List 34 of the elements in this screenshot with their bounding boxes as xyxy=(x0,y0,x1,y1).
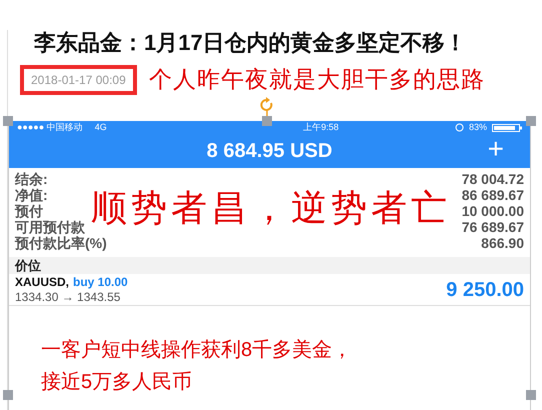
price-range: 1334.30 → 1343.55 xyxy=(15,290,122,304)
row-label: 净值: xyxy=(15,187,48,203)
network-label: 4G xyxy=(94,121,107,134)
row-label: 可用预付款 xyxy=(15,219,85,235)
row-value: 10 000.00 xyxy=(462,203,524,219)
symbol-label: XAUUSD, xyxy=(15,274,70,290)
row-label: 预付 xyxy=(15,203,43,219)
row-value: 866.90 xyxy=(481,235,524,251)
handwritten-note: 个人昨午夜就是大胆干多的思路 xyxy=(148,66,485,95)
caption-line: 一客户短中线操作获利8千多美金， xyxy=(41,338,354,363)
resize-handle[interactable] xyxy=(3,390,13,400)
date-box: 2018-01-17 00:09 xyxy=(20,65,137,96)
order-label: buy 10.00 xyxy=(73,274,128,290)
resize-handle[interactable] xyxy=(262,116,272,126)
resize-handle[interactable] xyxy=(526,116,536,126)
section-header: 价位 xyxy=(9,257,530,274)
caption-line: 接近5万多人民币 xyxy=(41,370,194,395)
resize-handle[interactable] xyxy=(3,116,13,126)
carrier-label: ●●●●● 中国移动 xyxy=(17,121,83,134)
row-value: 78 004.72 xyxy=(462,171,524,187)
row-value: 86 689.67 xyxy=(462,187,524,203)
rotate-handle-icon[interactable] xyxy=(259,97,275,117)
battery-icon xyxy=(492,124,522,132)
resize-handle[interactable] xyxy=(526,390,536,400)
row-label: 预付款比率(%) xyxy=(15,235,107,251)
position-row[interactable]: XAUUSD, buy 10.00 1334.30 → 1343.55 9 250.00 xyxy=(9,274,530,306)
clock-label: 上午9:58 xyxy=(303,121,339,134)
profit-value: 9 250.00 xyxy=(446,278,524,302)
article-title: 李东品金：1月17日仓内的黄金多坚定不移！ xyxy=(34,29,468,57)
balance-title: 8 684.95 USD xyxy=(206,139,332,164)
battery-label: 83% xyxy=(468,121,487,134)
overlay-slogan: 顺势者昌，逆势者亡 xyxy=(91,189,451,229)
row-label: 结余: xyxy=(15,171,48,187)
row-value: 76 689.67 xyxy=(462,219,524,235)
